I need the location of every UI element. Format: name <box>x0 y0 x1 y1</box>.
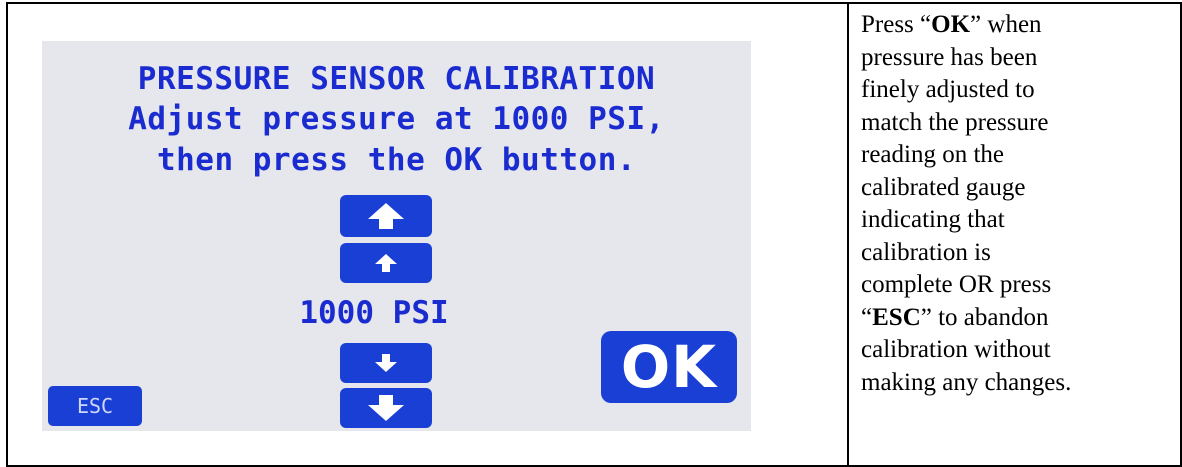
increase-large-button[interactable] <box>340 195 432 237</box>
document-table: PRESSURE SENSOR CALIBRATION Adjust press… <box>6 2 1182 467</box>
instruction-line: calibration without <box>861 336 1051 363</box>
instruction-line: reading on the <box>861 141 1005 168</box>
ok-keyword: OK <box>931 11 971 38</box>
text-fragment: “ <box>861 303 873 331</box>
instruction-line: calibrated gauge <box>861 173 1026 201</box>
arrow-down-small-icon <box>375 354 397 372</box>
screen-title: PRESSURE SENSOR CALIBRATION <box>137 61 656 97</box>
screen-instruction-line-1: Adjust pressure at 1000 PSI, <box>128 101 665 137</box>
screen-instruction-line-2: then press the OK button. <box>156 142 637 178</box>
decrease-large-button[interactable] <box>340 388 432 428</box>
instruction-line: pressure has been <box>861 43 1038 71</box>
instruction-line: “ESC” to abandon <box>861 302 1182 335</box>
arrow-down-large-icon <box>368 395 404 421</box>
instruction-line: calibration is <box>861 238 991 266</box>
instruction-line: finely adjusted to <box>861 76 1035 103</box>
ok-button[interactable]: OK <box>601 331 737 403</box>
table-cell-divider <box>847 4 849 465</box>
pressure-value: 1000 PSI <box>299 295 449 331</box>
instruction-line: indicating that <box>861 206 1005 233</box>
text-fragment: Press “ <box>861 11 932 38</box>
esc-button[interactable]: ESC <box>48 386 142 426</box>
instruction-line: match the pressure <box>861 108 1049 136</box>
text-fragment: ” when <box>970 11 1042 38</box>
esc-keyword: ESC <box>872 303 921 331</box>
arrow-up-large-icon <box>368 203 404 229</box>
instruction-text: Press “OK” when pressure has been finely… <box>861 9 1182 399</box>
instruction-line: Press “OK” when <box>861 9 1182 42</box>
instruction-line: complete OR press <box>861 271 1052 298</box>
decrease-small-button[interactable] <box>340 343 432 383</box>
arrow-up-small-icon <box>375 254 397 272</box>
increase-small-button[interactable] <box>340 243 432 283</box>
instruction-line: making any changes. <box>861 368 1072 396</box>
text-fragment: ” to abandon <box>920 303 1049 331</box>
calibration-screen: PRESSURE SENSOR CALIBRATION Adjust press… <box>42 41 751 431</box>
